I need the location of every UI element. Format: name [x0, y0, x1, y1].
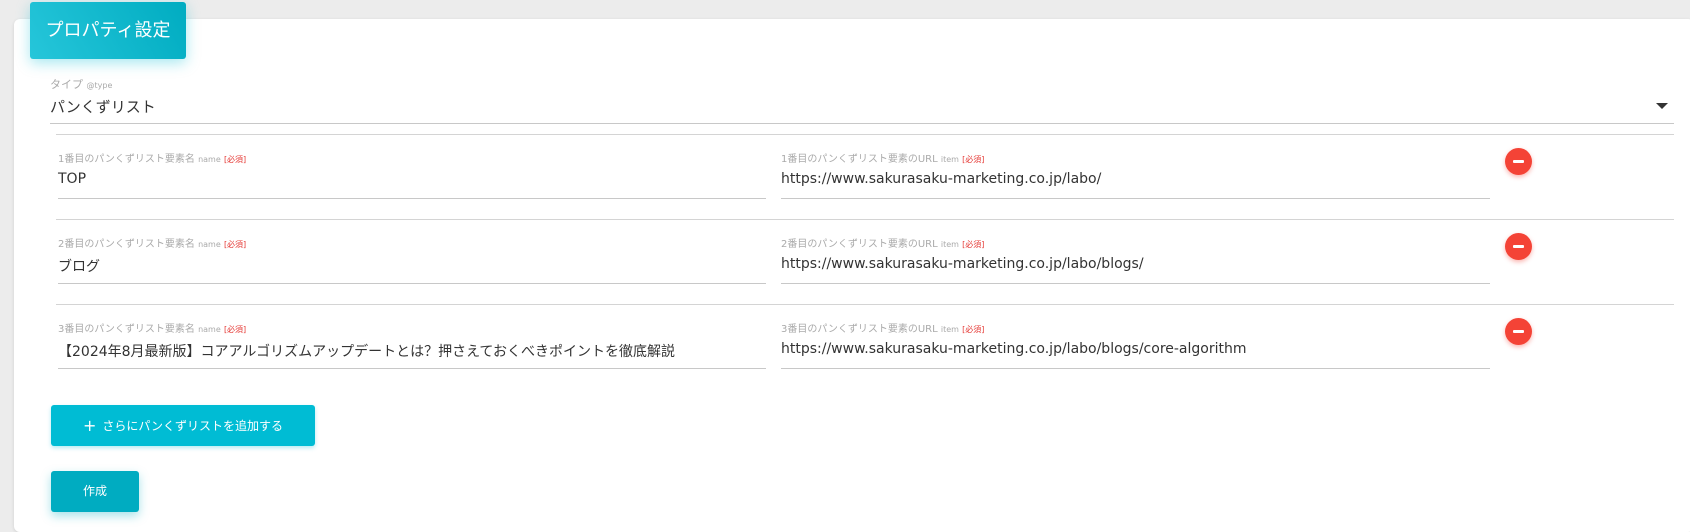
remove-item-button[interactable]: [1505, 318, 1532, 345]
breadcrumb-items: 1番目のパンくずリスト要素名 name [必須] TOP 1番目のパンくずリスト…: [56, 134, 1674, 389]
breadcrumb-item-row: 3番目のパンくずリスト要素名 name [必須] 【2024年8月最新版】コアア…: [56, 304, 1674, 389]
required-badge: [必須]: [223, 155, 247, 164]
breadcrumb-name-label-text: 3番目のパンくずリスト要素名: [58, 324, 195, 335]
breadcrumb-url-value: https://www.sakurasaku-marketing.co.jp/l…: [781, 171, 1102, 187]
breadcrumb-url-input[interactable]: 1番目のパンくずリスト要素のURL item [必須] https://www.…: [781, 148, 1490, 199]
breadcrumb-name-label: 2番目のパンくずリスト要素名 name [必須]: [58, 235, 246, 250]
remove-item-button[interactable]: [1505, 233, 1532, 260]
breadcrumb-url-label: 1番目のパンくずリスト要素のURL item [必須]: [781, 150, 984, 165]
breadcrumb-url-attr: item: [940, 155, 959, 164]
breadcrumb-url-label: 3番目のパンくずリスト要素のURL item [必須]: [781, 320, 984, 335]
breadcrumb-url-label-text: 2番目のパンくずリスト要素のURL: [781, 239, 938, 250]
breadcrumb-url-attr: item: [940, 240, 959, 249]
breadcrumb-url-input[interactable]: 2番目のパンくずリスト要素のURL item [必須] https://www.…: [781, 233, 1490, 284]
breadcrumb-url-attr: item: [940, 325, 959, 334]
breadcrumb-item-row: 1番目のパンくずリスト要素名 name [必須] TOP 1番目のパンくずリスト…: [56, 134, 1674, 219]
breadcrumb-name-value: TOP: [58, 171, 87, 187]
breadcrumb-name-label-text: 1番目のパンくずリスト要素名: [58, 154, 195, 165]
add-breadcrumb-label: さらにパンくずリストを追加する: [102, 419, 283, 433]
breadcrumb-name-label: 3番目のパンくずリスト要素名 name [必須]: [58, 320, 246, 335]
required-badge: [必須]: [223, 325, 247, 334]
breadcrumb-url-input[interactable]: 3番目のパンくずリスト要素のURL item [必須] https://www.…: [781, 318, 1490, 369]
breadcrumb-name-attr: name: [198, 155, 221, 164]
breadcrumb-name-value: 【2024年8月最新版】コアアルゴリズムアップデートとは？押さえておくべきポイン…: [58, 344, 675, 360]
remove-item-button[interactable]: [1505, 148, 1532, 175]
card-title: プロパティ設定: [30, 2, 186, 59]
required-badge: [必須]: [962, 155, 985, 164]
type-label: タイプ @type: [50, 76, 112, 92]
breadcrumb-name-value: ブログ: [58, 259, 100, 275]
breadcrumb-name-attr: name: [198, 240, 221, 249]
breadcrumb-name-label-text: 2番目のパンくずリスト要素名: [58, 239, 195, 250]
type-label-text: タイプ: [50, 78, 83, 91]
breadcrumb-url-label-text: 1番目のパンくずリスト要素のURL: [781, 154, 938, 165]
dropdown-caret-icon[interactable]: [1656, 103, 1668, 109]
breadcrumb-name-input[interactable]: 2番目のパンくずリスト要素名 name [必須] ブログ: [58, 233, 766, 284]
breadcrumb-item-row: 2番目のパンくずリスト要素名 name [必須] ブログ 2番目のパンくずリスト…: [56, 219, 1674, 304]
breadcrumb-name-label: 1番目のパンくずリスト要素名 name [必須]: [58, 150, 246, 165]
required-badge: [必須]: [962, 325, 985, 334]
type-select-value: パンくずリスト: [50, 98, 156, 116]
minus-icon: [1513, 160, 1524, 163]
type-select[interactable]: タイプ @type パンくずリスト: [50, 76, 1674, 124]
required-badge: [必須]: [962, 240, 985, 249]
create-button[interactable]: 作成: [51, 471, 139, 512]
required-badge: [必須]: [223, 240, 247, 249]
breadcrumb-url-label: 2番目のパンくずリスト要素のURL item [必須]: [781, 235, 984, 250]
type-label-attr: @type: [86, 81, 113, 90]
breadcrumb-name-input[interactable]: 1番目のパンくずリスト要素名 name [必須] TOP: [58, 148, 766, 199]
breadcrumb-url-value: https://www.sakurasaku-marketing.co.jp/l…: [781, 256, 1144, 272]
breadcrumb-url-label-text: 3番目のパンくずリスト要素のURL: [781, 324, 938, 335]
breadcrumb-url-value: https://www.sakurasaku-marketing.co.jp/l…: [781, 341, 1247, 357]
minus-icon: [1513, 330, 1524, 333]
minus-icon: [1513, 245, 1524, 248]
plus-icon: +: [82, 416, 97, 435]
breadcrumb-name-input[interactable]: 3番目のパンくずリスト要素名 name [必須] 【2024年8月最新版】コアア…: [58, 318, 766, 369]
add-breadcrumb-button[interactable]: + さらにパンくずリストを追加する: [51, 405, 315, 446]
breadcrumb-name-attr: name: [198, 325, 221, 334]
